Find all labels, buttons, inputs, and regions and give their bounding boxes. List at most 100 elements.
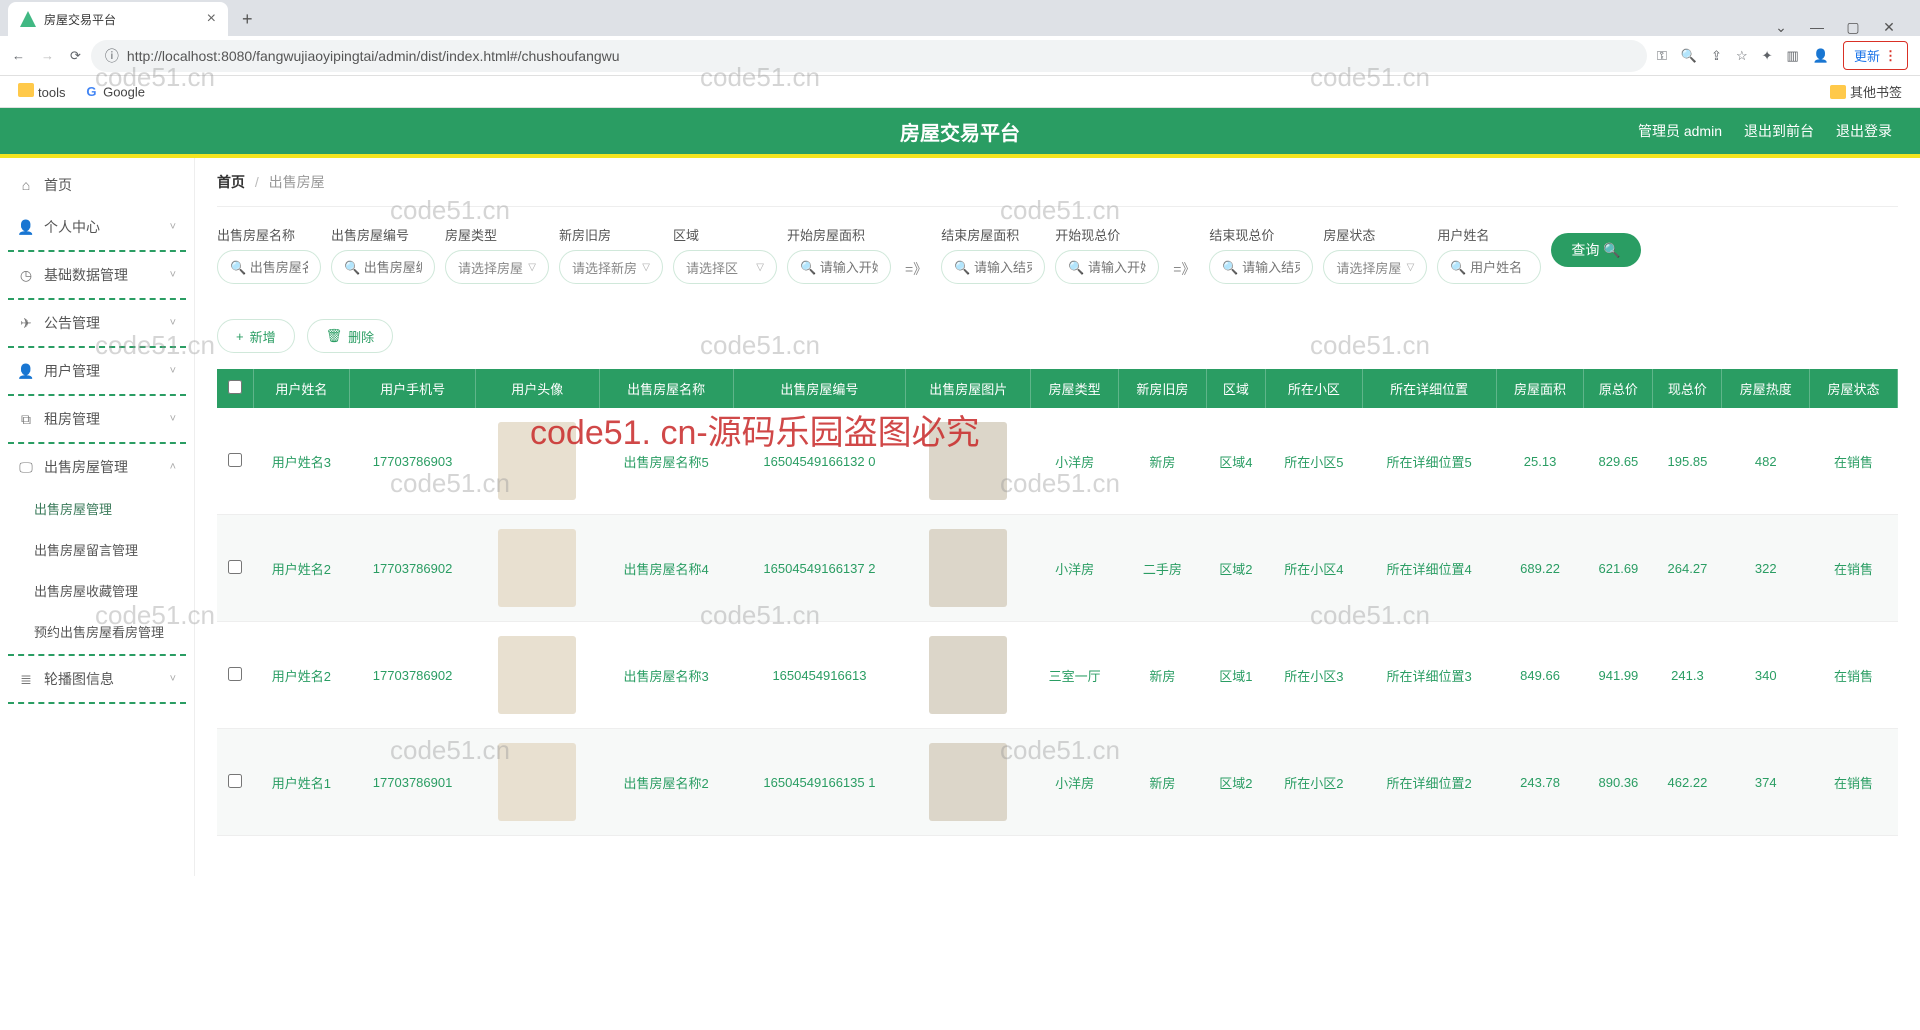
url-bar: ← → ⟳ ⓘ http://localhost:8080/fangwujiao… [0, 36, 1920, 76]
filter-label: 开始现总价 [1055, 225, 1159, 244]
filter-input[interactable] [217, 250, 321, 284]
bookmark-google[interactable]: G Google [83, 84, 145, 100]
table-row[interactable]: 用户姓名2 17703786902 出售房屋名称4 16504549166137… [217, 515, 1898, 622]
query-button[interactable]: 查询 🔍 [1551, 233, 1640, 267]
minimize-icon[interactable]: — [1802, 19, 1832, 36]
exit-to-front[interactable]: 退出到前台 [1744, 121, 1814, 141]
extensions-icon[interactable]: ✦ [1762, 48, 1773, 64]
filter-input[interactable] [787, 250, 891, 284]
tab-title: 房屋交易平台 [44, 11, 116, 28]
forward-icon[interactable]: → [41, 48, 54, 63]
site-info-icon[interactable]: ⓘ [105, 46, 119, 66]
sidebar-subitem[interactable]: 出售房屋留言管理 [0, 529, 194, 570]
tab-close-icon[interactable]: × [207, 10, 216, 28]
cell-orig: 829.65 [1584, 408, 1653, 515]
app-topbar: 房屋交易平台 管理员 admin 退出到前台 退出登录 [0, 108, 1920, 158]
row-checkbox[interactable] [228, 667, 242, 681]
new-tab-button[interactable]: + [236, 3, 259, 36]
filter-label: 房屋状态 [1323, 225, 1427, 244]
menu-dots-icon: ⋮ [1884, 48, 1897, 64]
row-checkbox[interactable] [228, 774, 242, 788]
house-image [929, 529, 1007, 607]
admin-label[interactable]: 管理员 admin [1638, 121, 1722, 141]
row-checkbox[interactable] [228, 560, 242, 574]
bookmark-other[interactable]: 其他书签 [1830, 82, 1902, 101]
sidebar-item[interactable]: ◷基础数据管理˅ [0, 254, 194, 296]
profile-icon[interactable]: 👤 [1813, 48, 1829, 64]
sidebar-item[interactable]: ⌂首页 [0, 164, 194, 206]
copy-icon: ⧉ [18, 411, 34, 427]
back-icon[interactable]: ← [12, 48, 25, 63]
table-row[interactable]: 用户姓名2 17703786902 出售房屋名称3 1650454916613 … [217, 622, 1898, 729]
key-icon[interactable]: ⚿ [1657, 48, 1667, 64]
column-header: 新房旧房 [1119, 369, 1207, 408]
logout-link[interactable]: 退出登录 [1836, 121, 1892, 141]
sidebar-subitem[interactable]: 预约出售房屋看房管理 [0, 611, 194, 652]
filter-input[interactable] [941, 250, 1045, 284]
zoom-icon[interactable]: 🔍 [1681, 48, 1697, 64]
filter-select[interactable]: 请选择房屋▽ [445, 250, 549, 284]
sidebar-subitem[interactable]: 出售房屋管理 [0, 488, 194, 529]
cell-sqm: 849.66 [1496, 622, 1584, 729]
avatar-image [498, 529, 576, 607]
chevron-down-icon: ▽ [528, 262, 536, 273]
avatar-image [498, 743, 576, 821]
select-all-checkbox[interactable] [228, 380, 242, 394]
cell-status: 在销售 [1810, 408, 1898, 515]
filter-input[interactable] [1055, 250, 1159, 284]
reload-icon[interactable]: ⟳ [70, 48, 81, 64]
sidebar-item-label: 首页 [44, 175, 72, 195]
panel-icon[interactable]: ▥ [1787, 48, 1799, 64]
maximize-icon[interactable]: ▢ [1838, 19, 1868, 36]
bookmarks-bar: tools G Google 其他书签 [0, 76, 1920, 108]
close-icon[interactable]: ✕ [1874, 19, 1904, 36]
delete-button[interactable]: 🗑删除 [307, 319, 394, 353]
chevron-down-icon[interactable]: ⌄ [1766, 19, 1796, 36]
filter-label: 结束现总价 [1209, 225, 1313, 244]
sidebar-item[interactable]: 👤用户管理˅ [0, 350, 194, 392]
star-icon[interactable]: ☆ [1736, 48, 1748, 64]
cell-name: 出售房屋名称4 [599, 515, 733, 622]
cell-type: 小洋房 [1031, 515, 1119, 622]
browser-tab[interactable]: 房屋交易平台 × [8, 2, 228, 36]
filter-8: 结束现总价 [1209, 225, 1313, 284]
sidebar-item[interactable]: 🖵出售房屋管理˄ [0, 446, 194, 488]
breadcrumb: 首页 / 出售房屋 [217, 172, 1898, 207]
cell-name: 出售房屋名称2 [599, 729, 733, 836]
filter-label: 房屋类型 [445, 225, 549, 244]
filter-select[interactable]: 请选择区▽ [673, 250, 777, 284]
filter-input[interactable] [1209, 250, 1313, 284]
table-row[interactable]: 用户姓名3 17703786903 出售房屋名称5 16504549166132… [217, 408, 1898, 515]
sidebar-item[interactable]: ✈公告管理˅ [0, 302, 194, 344]
update-button[interactable]: 更新 ⋮ [1843, 41, 1908, 70]
house-image [929, 636, 1007, 714]
filter-label: 结束房屋面积 [941, 225, 1045, 244]
filter-select[interactable]: 请选择新房▽ [559, 250, 663, 284]
cell-user: 用户姓名2 [253, 622, 350, 729]
user-icon: 👤 [18, 363, 34, 379]
filter-bar: 出售房屋名称出售房屋编号房屋类型请选择房屋▽新房旧房请选择新房▽区域请选择区▽开… [217, 225, 1898, 299]
breadcrumb-home[interactable]: 首页 [217, 174, 245, 190]
filter-select[interactable]: 请选择房屋▽ [1323, 250, 1427, 284]
filter-input[interactable] [1437, 250, 1541, 284]
add-button[interactable]: +新增 [217, 319, 295, 353]
cell-newold: 新房 [1119, 408, 1207, 515]
filter-9: 房屋状态请选择房屋▽ [1323, 225, 1427, 284]
filter-input[interactable] [331, 250, 435, 284]
cell-status: 在销售 [1810, 729, 1898, 836]
address-bar[interactable]: ⓘ http://localhost:8080/fangwujiaoyiping… [91, 40, 1647, 72]
share-icon[interactable]: ⇪ [1711, 48, 1722, 64]
sidebar-item[interactable]: ⧉租房管理˅ [0, 398, 194, 440]
bookmark-tools[interactable]: tools [18, 83, 65, 100]
sidebar-subitem[interactable]: 出售房屋收藏管理 [0, 570, 194, 611]
avatar-image [498, 422, 576, 500]
row-checkbox[interactable] [228, 453, 242, 467]
cell-user: 用户姓名1 [253, 729, 350, 836]
column-header: 出售房屋名称 [599, 369, 733, 408]
sidebar-item[interactable]: ≣轮播图信息˅ [0, 658, 194, 700]
cell-type: 三室一厅 [1031, 622, 1119, 729]
chevron-up-icon: ˄ [170, 461, 176, 473]
table-row[interactable]: 用户姓名1 17703786901 出售房屋名称2 16504549166135… [217, 729, 1898, 836]
sidebar-item[interactable]: 👤个人中心˅ [0, 206, 194, 248]
filter-2: 房屋类型请选择房屋▽ [445, 225, 549, 284]
